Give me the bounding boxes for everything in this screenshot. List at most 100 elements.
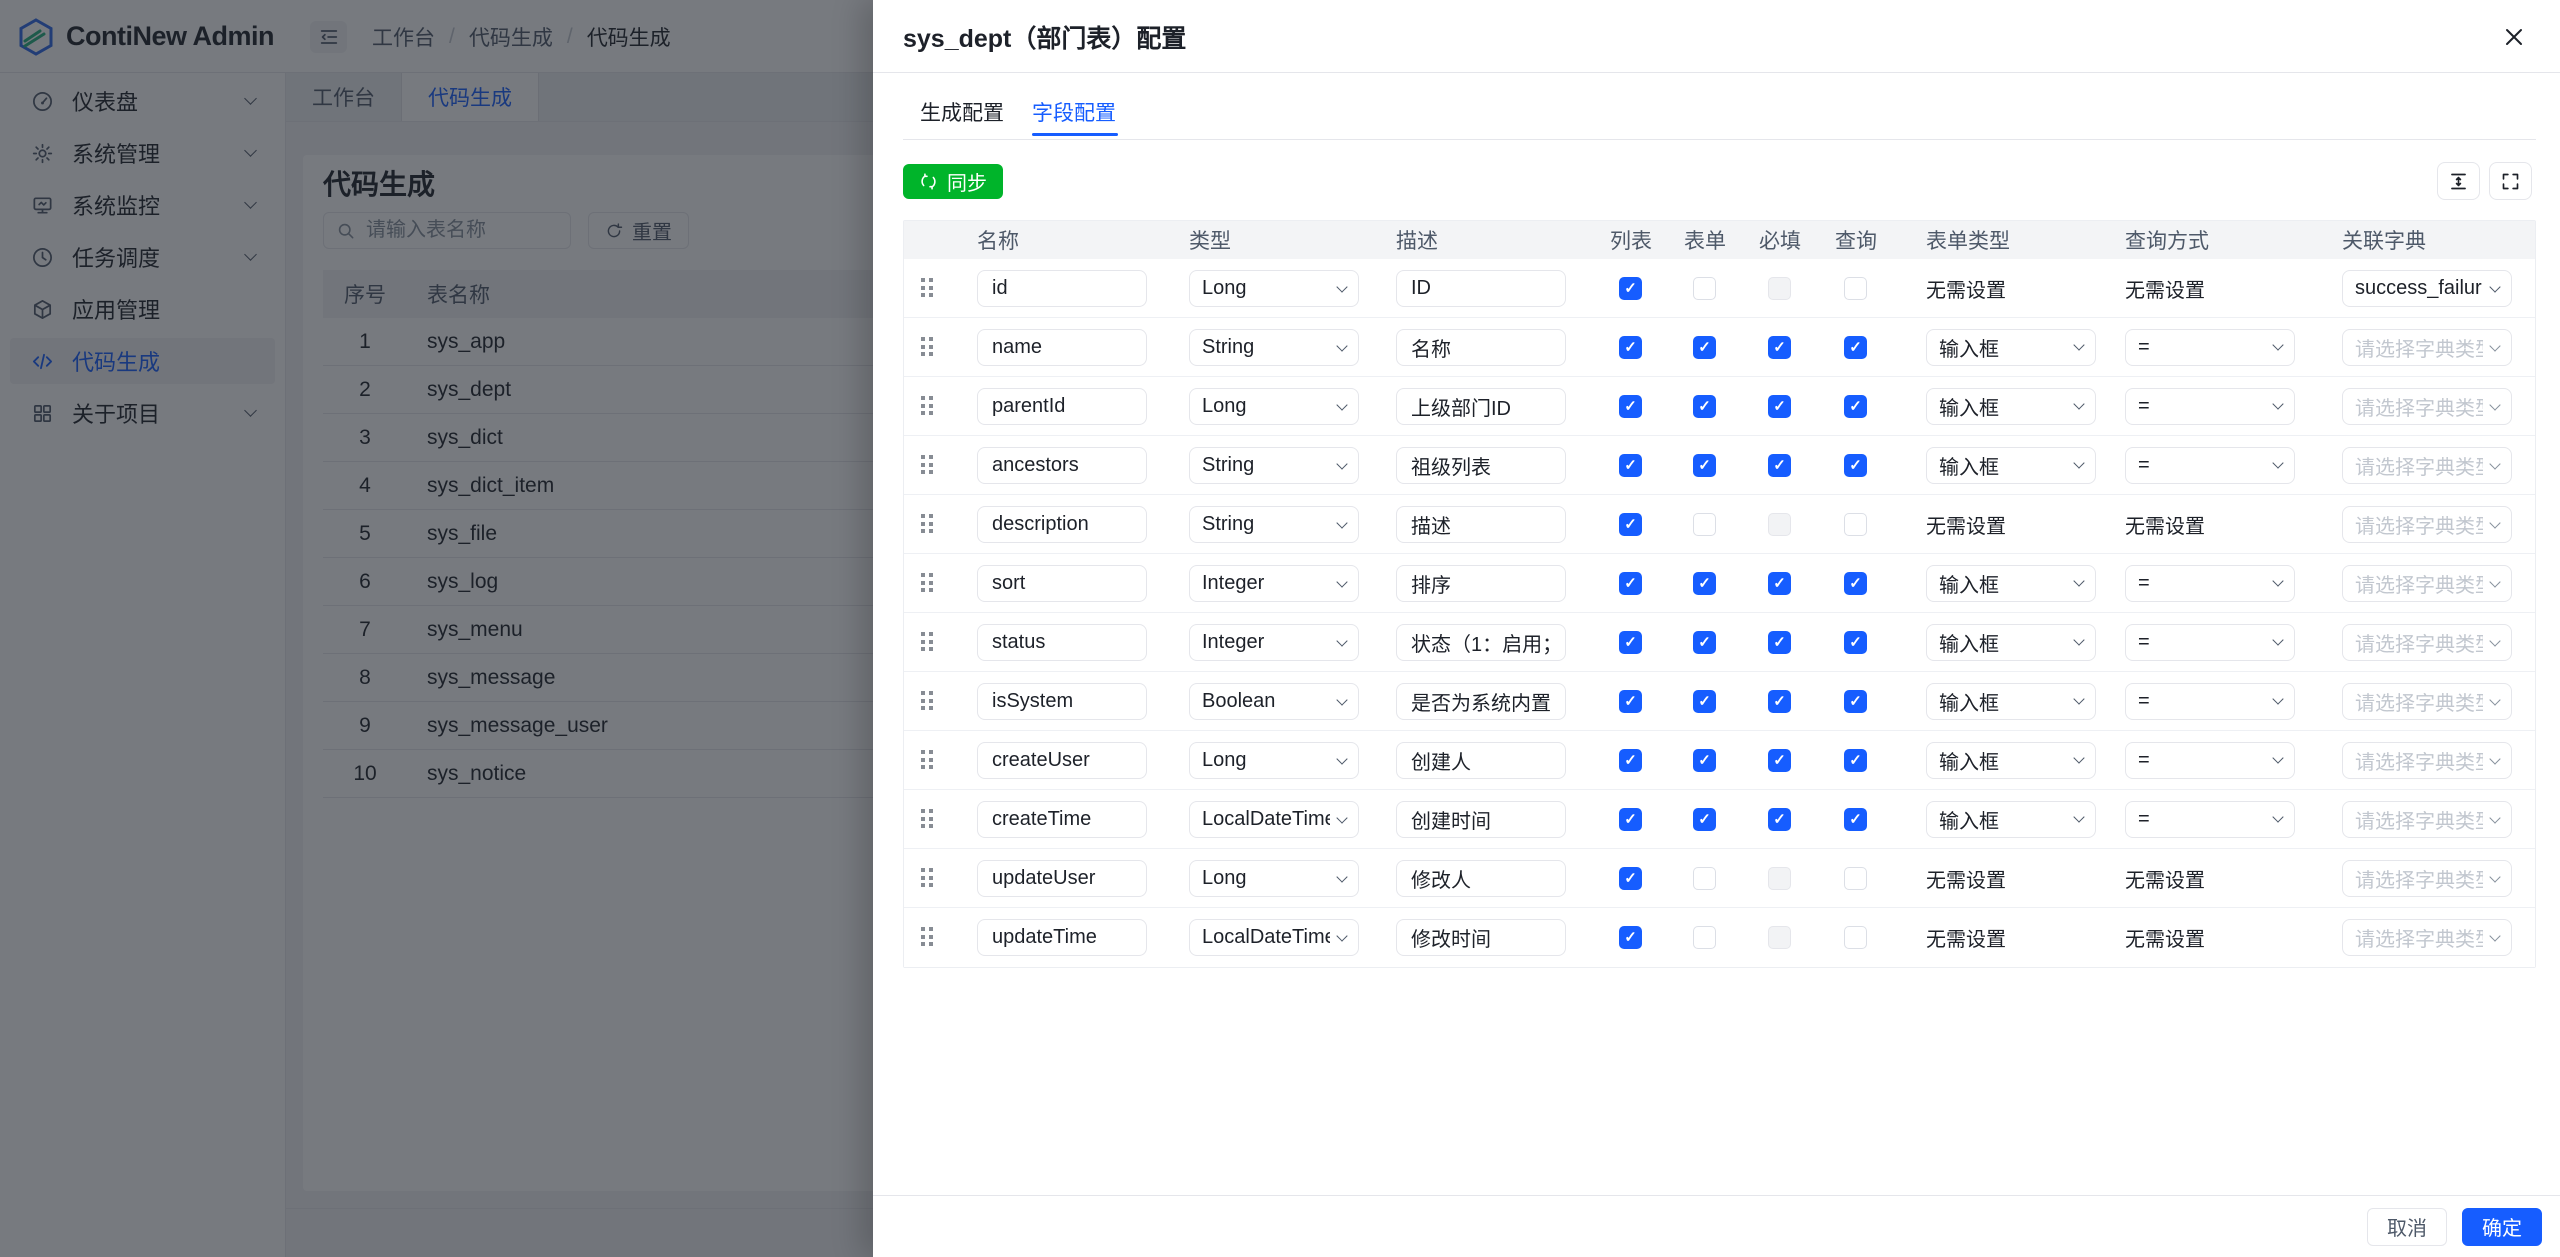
form-checkbox[interactable] <box>1693 336 1716 359</box>
query-checkbox[interactable] <box>1844 277 1867 300</box>
tab-generation-config[interactable]: 生成配置 <box>920 92 1004 132</box>
query-checkbox[interactable] <box>1844 513 1867 536</box>
list-checkbox[interactable] <box>1619 454 1642 477</box>
drag-handle-icon[interactable] <box>921 514 933 533</box>
query-checkbox[interactable] <box>1844 867 1867 890</box>
field-desc-input[interactable] <box>1396 801 1566 838</box>
drag-handle-icon[interactable] <box>921 750 933 769</box>
required-checkbox[interactable] <box>1768 513 1791 536</box>
field-desc-input[interactable] <box>1396 683 1566 720</box>
list-checkbox[interactable] <box>1619 926 1642 949</box>
query-type-select[interactable]: = <box>2125 564 2295 602</box>
form-type-select[interactable]: 输入框 <box>1926 564 2096 602</box>
field-type-select[interactable]: String <box>1189 447 1359 484</box>
query-checkbox[interactable] <box>1844 631 1867 654</box>
query-checkbox[interactable] <box>1844 749 1867 772</box>
tab-field-config[interactable]: 字段配置 <box>1032 92 1116 132</box>
query-checkbox[interactable] <box>1844 690 1867 713</box>
list-checkbox[interactable] <box>1619 867 1642 890</box>
list-checkbox[interactable] <box>1619 808 1642 831</box>
query-checkbox[interactable] <box>1844 572 1867 595</box>
form-checkbox[interactable] <box>1693 690 1716 713</box>
field-desc-input[interactable] <box>1396 270 1566 307</box>
query-type-select[interactable]: = <box>2125 446 2295 484</box>
form-checkbox[interactable] <box>1693 808 1716 831</box>
field-name-input[interactable] <box>977 565 1147 602</box>
cancel-button[interactable]: 取消 <box>2367 1207 2447 1246</box>
field-type-select[interactable]: Integer <box>1189 624 1359 661</box>
drawer-mask[interactable] <box>0 0 873 1257</box>
drag-handle-icon[interactable] <box>921 868 933 887</box>
field-type-select[interactable]: LocalDateTime <box>1189 919 1359 956</box>
query-checkbox[interactable] <box>1844 454 1867 477</box>
field-type-select[interactable]: Long <box>1189 742 1359 779</box>
query-type-select[interactable]: = <box>2125 800 2295 838</box>
drag-handle-icon[interactable] <box>921 396 933 415</box>
dict-select[interactable]: 请选择字典类型 <box>2342 624 2512 661</box>
query-type-select[interactable]: = <box>2125 741 2295 779</box>
list-checkbox[interactable] <box>1619 631 1642 654</box>
field-desc-input[interactable] <box>1396 919 1566 956</box>
form-type-select[interactable]: 输入框 <box>1926 682 2096 720</box>
dict-select[interactable]: 请选择字典类型 <box>2342 565 2512 602</box>
drag-handle-icon[interactable] <box>921 809 933 828</box>
query-checkbox[interactable] <box>1844 336 1867 359</box>
field-name-input[interactable] <box>977 860 1147 897</box>
dict-select[interactable]: 请选择字典类型 <box>2342 506 2512 543</box>
required-checkbox[interactable] <box>1768 867 1791 890</box>
list-checkbox[interactable] <box>1619 336 1642 359</box>
field-type-select[interactable]: Long <box>1189 860 1359 897</box>
field-type-select[interactable]: Long <box>1189 388 1359 425</box>
field-desc-input[interactable] <box>1396 860 1566 897</box>
required-checkbox[interactable] <box>1768 926 1791 949</box>
row-height-icon[interactable] <box>2437 162 2480 200</box>
form-type-select[interactable]: 输入框 <box>1926 800 2096 838</box>
drag-handle-icon[interactable] <box>921 691 933 710</box>
list-checkbox[interactable] <box>1619 513 1642 536</box>
drag-handle-icon[interactable] <box>921 278 933 297</box>
dict-select[interactable]: 请选择字典类型 <box>2342 801 2512 838</box>
list-checkbox[interactable] <box>1619 749 1642 772</box>
required-checkbox[interactable] <box>1768 277 1791 300</box>
form-type-select[interactable]: 输入框 <box>1926 387 2096 425</box>
drag-handle-icon[interactable] <box>921 337 933 356</box>
fullscreen-icon[interactable] <box>2489 162 2532 200</box>
field-name-input[interactable] <box>977 919 1147 956</box>
form-checkbox[interactable] <box>1693 454 1716 477</box>
field-desc-input[interactable] <box>1396 447 1566 484</box>
field-type-select[interactable]: String <box>1189 506 1359 543</box>
sync-button[interactable]: 同步 <box>903 164 1003 199</box>
dict-select[interactable]: 请选择字典类型 <box>2342 329 2512 366</box>
required-checkbox[interactable] <box>1768 749 1791 772</box>
field-name-input[interactable] <box>977 329 1147 366</box>
form-type-select[interactable]: 输入框 <box>1926 446 2096 484</box>
list-checkbox[interactable] <box>1619 690 1642 713</box>
required-checkbox[interactable] <box>1768 690 1791 713</box>
field-name-input[interactable] <box>977 801 1147 838</box>
drag-handle-icon[interactable] <box>921 573 933 592</box>
query-type-select[interactable]: = <box>2125 387 2295 425</box>
form-checkbox[interactable] <box>1693 513 1716 536</box>
form-checkbox[interactable] <box>1693 749 1716 772</box>
form-checkbox[interactable] <box>1693 926 1716 949</box>
form-type-select[interactable]: 输入框 <box>1926 623 2096 661</box>
field-type-select[interactable]: Long <box>1189 270 1359 307</box>
field-type-select[interactable]: LocalDateTime <box>1189 801 1359 838</box>
field-desc-input[interactable] <box>1396 388 1566 425</box>
close-icon[interactable] <box>2496 19 2532 55</box>
query-type-select[interactable]: = <box>2125 623 2295 661</box>
drag-handle-icon[interactable] <box>921 632 933 651</box>
list-checkbox[interactable] <box>1619 277 1642 300</box>
field-name-input[interactable] <box>977 270 1147 307</box>
form-type-select[interactable]: 输入框 <box>1926 328 2096 366</box>
field-name-input[interactable] <box>977 742 1147 779</box>
list-checkbox[interactable] <box>1619 572 1642 595</box>
form-checkbox[interactable] <box>1693 631 1716 654</box>
list-checkbox[interactable] <box>1619 395 1642 418</box>
field-name-input[interactable] <box>977 683 1147 720</box>
field-type-select[interactable]: Boolean <box>1189 683 1359 720</box>
query-type-select[interactable]: = <box>2125 328 2295 366</box>
form-checkbox[interactable] <box>1693 277 1716 300</box>
confirm-button[interactable]: 确定 <box>2462 1207 2542 1246</box>
required-checkbox[interactable] <box>1768 454 1791 477</box>
